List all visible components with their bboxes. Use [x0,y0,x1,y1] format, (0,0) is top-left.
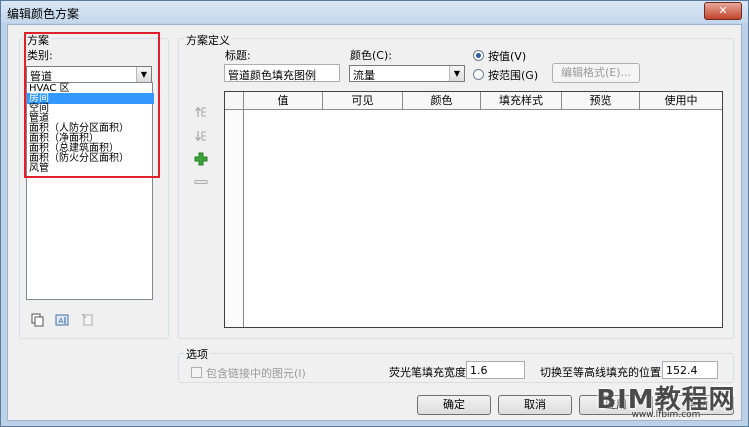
remove-value-icon[interactable] [194,175,208,189]
switch-position-value: 152.4 [666,364,698,377]
include-links-label: 包含链接中的图元(I) [206,367,306,380]
title-label: 标题: [225,49,251,62]
watermark: BIM教程网 www.lfbim.com [587,379,745,423]
edit-format-button[interactable]: 编辑格式(E)... [552,63,640,83]
dialog-title: 编辑颜色方案 [7,7,80,21]
ok-button[interactable]: 确定 [417,395,491,415]
svg-text:A: A [59,317,64,325]
title-input[interactable]: 管道颜色填充图例 [224,64,340,82]
switch-position-input[interactable]: 152.4 [662,361,718,379]
scheme-list[interactable] [26,178,153,300]
row-header-corner [225,92,244,110]
color-label: 颜色(C): [350,49,392,62]
include-links-checkbox[interactable] [191,367,202,378]
by-range-label: 按范围(G) [488,69,539,82]
highlight-box [24,32,160,178]
dialog-body: 方案 类别: 管道 ▼ HVAC 区 房间 空间 管道 面积（人防分区面积） 面… [7,24,742,421]
options-group-title: 选项 [184,346,210,362]
cancel-button[interactable]: 取消 [498,395,572,415]
fill-width-input[interactable]: 1.6 [466,361,525,379]
rename-scheme-icon[interactable]: A [55,313,69,327]
color-combo[interactable]: 流量 ▼ [349,65,465,82]
close-button[interactable]: ✕ [704,2,742,20]
column-header-value[interactable]: 值 [244,92,323,110]
by-value-label: 按值(V) [488,50,527,63]
move-row-up-icon[interactable] [194,105,208,119]
by-range-radio[interactable] [473,69,484,80]
switch-position-label: 切换至等高线填充的位置: [540,366,665,379]
scheme-values-table[interactable]: 值 可见 颜色 填充样式 预览 使用中 [224,91,723,328]
move-row-down-icon[interactable] [194,129,208,143]
column-header-fill-pattern[interactable]: 填充样式 [481,92,562,110]
definition-group-title: 方案定义 [184,32,232,48]
chevron-down-icon[interactable]: ▼ [449,66,464,81]
duplicate-scheme-icon[interactable] [31,313,45,327]
watermark-url: www.lfbim.com [631,410,701,420]
fill-width-label: 荧光笔填充宽度: [389,366,470,379]
title-input-value: 管道颜色填充图例 [228,69,316,82]
column-header-preview[interactable]: 预览 [562,92,640,110]
fill-width-value: 1.6 [470,364,488,377]
column-header-in-use[interactable]: 使用中 [640,92,722,110]
color-value: 流量 [353,69,375,82]
column-header-color[interactable]: 颜色 [403,92,481,110]
row-header-column [225,110,244,327]
title-bar: 编辑颜色方案 ✕ [1,1,748,23]
column-header-visible[interactable]: 可见 [323,92,403,110]
edit-color-scheme-dialog: 编辑颜色方案 ✕ 方案 类别: 管道 ▼ HVAC 区 房间 空间 管道 面积（… [0,0,749,427]
delete-scheme-icon[interactable] [81,313,95,327]
by-value-radio[interactable] [473,50,484,61]
add-value-icon[interactable] [194,152,208,166]
